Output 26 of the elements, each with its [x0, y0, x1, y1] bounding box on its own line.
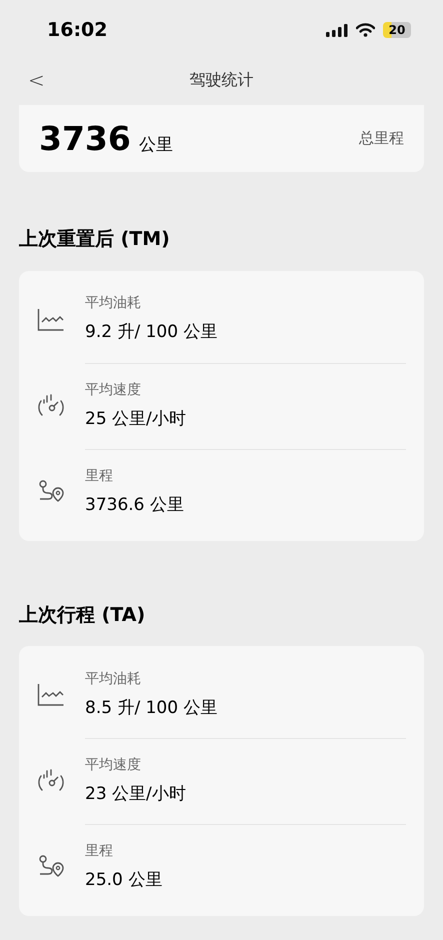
wifi-icon [356, 23, 375, 37]
section-title: 上次行程 (TA) [19, 602, 146, 628]
page-title: 驾驶统计 [190, 69, 254, 91]
section-title: 上次重置后 (TM) [19, 227, 171, 252]
stat-value: 3736.6 公里 [85, 494, 185, 517]
stat-label: 平均速度 [85, 756, 142, 776]
stat-label: 平均速度 [85, 380, 142, 400]
gauge-icon [37, 392, 65, 418]
stat-value: 25.0 公里 [85, 869, 164, 892]
line-chart-icon [37, 308, 65, 332]
total-unit: 公里 [138, 134, 173, 157]
line-chart-icon [37, 683, 65, 707]
back-button[interactable]: < [28, 65, 45, 95]
stat-label: 平均油耗 [85, 294, 142, 314]
status-time: 16:02 [47, 18, 108, 43]
stat-value: 9.2 升/ 100 公里 [85, 321, 218, 344]
stat-label: 里程 [85, 466, 114, 486]
route-icon [37, 478, 65, 504]
signal-icon [326, 24, 348, 36]
stat-value: 8.5 升/ 100 公里 [85, 696, 218, 720]
total-label: 总里程 [359, 128, 404, 150]
stat-value: 23 公里/小时 [85, 783, 187, 806]
stat-label: 平均油耗 [85, 670, 142, 689]
total-value: 3736 [39, 118, 131, 160]
stat-value: 25 公里/小时 [85, 408, 187, 431]
stat-label: 里程 [85, 842, 114, 862]
